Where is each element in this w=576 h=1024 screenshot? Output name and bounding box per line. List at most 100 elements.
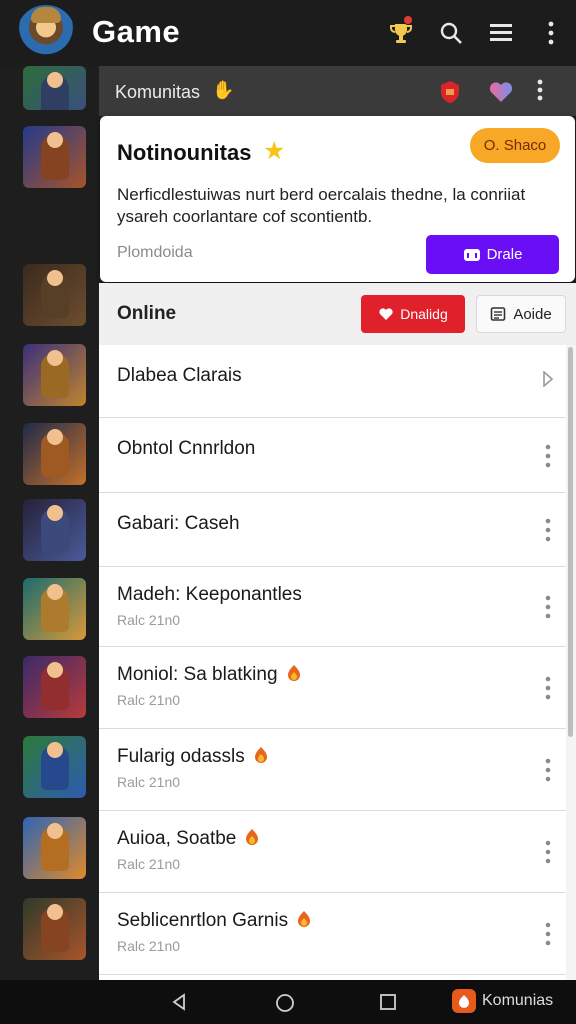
more-vertical-icon	[548, 21, 554, 45]
top-actions	[376, 0, 576, 66]
character-head	[47, 72, 63, 88]
card-subtext: Plomdoida	[117, 244, 193, 261]
game-thumbnail[interactable]	[23, 817, 86, 879]
flame-icon	[246, 829, 259, 845]
game-thumbnail[interactable]	[23, 499, 86, 561]
thread-row[interactable]: Fularig odassls Ralc 21n0	[99, 729, 566, 811]
game-thumbnail[interactable]	[23, 656, 86, 718]
more-vertical-icon[interactable]	[544, 839, 552, 865]
flame-icon	[254, 747, 267, 763]
online-label: Online	[117, 303, 177, 324]
trophy-button[interactable]	[376, 0, 426, 66]
thread-row[interactable]: Moniol: Sa blatking Ralc 21n0	[99, 647, 566, 729]
thread-title-text: Auioa, Soatbe	[117, 828, 237, 849]
game-thumbnail[interactable]	[23, 264, 86, 326]
more-vertical-icon[interactable]	[544, 443, 552, 469]
card-body: Nerficdlestuiwas nurt berd oercalais the…	[117, 185, 526, 226]
thread-row[interactable]: Obntol Cnnrldon	[99, 418, 566, 493]
more-vertical-icon[interactable]	[544, 594, 552, 620]
more-vertical-icon[interactable]	[544, 921, 552, 947]
app-title: Game	[92, 14, 181, 49]
app-logo-icon	[452, 989, 476, 1013]
more-vertical-icon[interactable]	[544, 517, 552, 543]
thread-title-text: Gabari: Caseh	[117, 513, 240, 534]
document-icon	[491, 307, 506, 321]
heart-icon[interactable]	[488, 80, 514, 104]
badge-button[interactable]: O. Shaco	[470, 128, 560, 163]
more-vertical-icon[interactable]	[544, 757, 552, 783]
thread-title-text: Seblicenrtlon Garnis	[117, 910, 289, 931]
red-action-label: Dnalidg	[400, 306, 448, 322]
thread-row[interactable]: Gabari: Caseh	[99, 493, 566, 567]
app-root: Game Komunitas ✋ Notinounitas ★ O. Shaco…	[0, 0, 576, 1024]
system-nav-bar: Komunias	[0, 980, 576, 1024]
thread-title-text: Moniol: Sa blatking	[117, 664, 278, 685]
avatar[interactable]	[17, 5, 75, 61]
thread-subtitle: Ralc 21n0	[117, 938, 181, 954]
game-thumbnail[interactable]	[23, 898, 86, 960]
character-head	[47, 429, 63, 445]
online-bar: Online Dnalidg Aoide	[99, 283, 576, 345]
character-head	[47, 132, 63, 148]
notification-dot	[403, 15, 413, 25]
search-button[interactable]	[426, 0, 476, 66]
home-icon[interactable]	[275, 993, 295, 1013]
card-title: Notinounitas	[117, 140, 252, 165]
recents-icon[interactable]	[379, 993, 397, 1011]
game-thumbnail[interactable]	[23, 66, 86, 110]
community-title: Komunitas	[115, 82, 201, 102]
scrollbar-thumb[interactable]	[568, 347, 573, 737]
thread-subtitle: Ralc 21n0	[117, 692, 181, 708]
card-action-button[interactable]: Drale	[426, 235, 559, 274]
nav-app-label: Komunias	[482, 992, 554, 1009]
character-head	[47, 823, 63, 839]
nav-app-shortcut[interactable]: Komunias	[452, 989, 553, 1013]
ghost-action-label: Aoide	[513, 305, 552, 323]
wave-hand-icon: ✋	[212, 80, 235, 100]
search-icon	[440, 22, 462, 44]
more-vertical-icon[interactable]	[544, 675, 552, 701]
thread-list: Dlabea Clarais Obntol Cnnrldon Gabari: Cas…	[99, 345, 576, 980]
ghost-action-button[interactable]: Aoide	[476, 295, 566, 333]
more-button[interactable]	[526, 0, 576, 66]
thread-subtitle: Ralc 21n0	[117, 612, 181, 628]
game-thumbnail[interactable]	[23, 736, 86, 798]
character-head	[47, 505, 63, 521]
thread-title-text: Fularig odassls	[117, 746, 245, 767]
back-icon[interactable]	[170, 993, 188, 1011]
list-icon	[490, 24, 512, 41]
community-header: Komunitas ✋	[99, 66, 576, 116]
thread-row[interactable]: Madeh: Keeponantles Ralc 21n0	[99, 567, 566, 647]
red-action-button[interactable]: Dnalidg	[361, 295, 465, 333]
game-thumbnail[interactable]	[23, 423, 86, 485]
thread-subtitle: Ralc 21n0	[117, 856, 181, 872]
character-head	[47, 270, 63, 286]
game-rail	[0, 66, 99, 980]
thread-subtitle: Ralc 21n0	[117, 774, 181, 790]
thread-title: Auioa, Soatbe	[117, 828, 260, 850]
chevron-right-icon[interactable]	[542, 371, 554, 387]
thread-title: Dlabea Clarais	[117, 365, 242, 387]
thread-row[interactable]: Seblicenrtlon Garnis Ralc 21n0	[99, 893, 566, 975]
notification-card: Notinounitas ★ O. Shaco Nerficdlestuiwas…	[100, 116, 575, 282]
character-head	[47, 904, 63, 920]
character-head	[47, 742, 63, 758]
top-bar: Game	[0, 0, 576, 66]
star-icon: ★	[263, 137, 286, 165]
community-more-icon[interactable]	[537, 78, 543, 102]
flame-icon	[298, 911, 311, 927]
game-thumbnail[interactable]	[23, 578, 86, 640]
thread-title-text: Dlabea Clarais	[117, 365, 242, 386]
thread-title: Obntol Cnnrldon	[117, 438, 255, 460]
thread-row[interactable]: Auioa, Soatbe Ralc 21n0	[99, 811, 566, 893]
thread-title: Moniol: Sa blatking	[117, 664, 302, 686]
shield-icon[interactable]	[439, 80, 461, 104]
thread-title: Madeh: Keeponantles	[117, 584, 302, 606]
list-button[interactable]	[476, 0, 526, 66]
game-thumbnail[interactable]	[23, 126, 86, 188]
card-action-label: Drale	[486, 246, 523, 263]
thread-title-text: Obntol Cnnrldon	[117, 438, 256, 459]
thread-row[interactable]: Dlabea Clarais	[99, 345, 566, 418]
game-thumbnail[interactable]	[23, 344, 86, 406]
character-head	[47, 662, 63, 678]
